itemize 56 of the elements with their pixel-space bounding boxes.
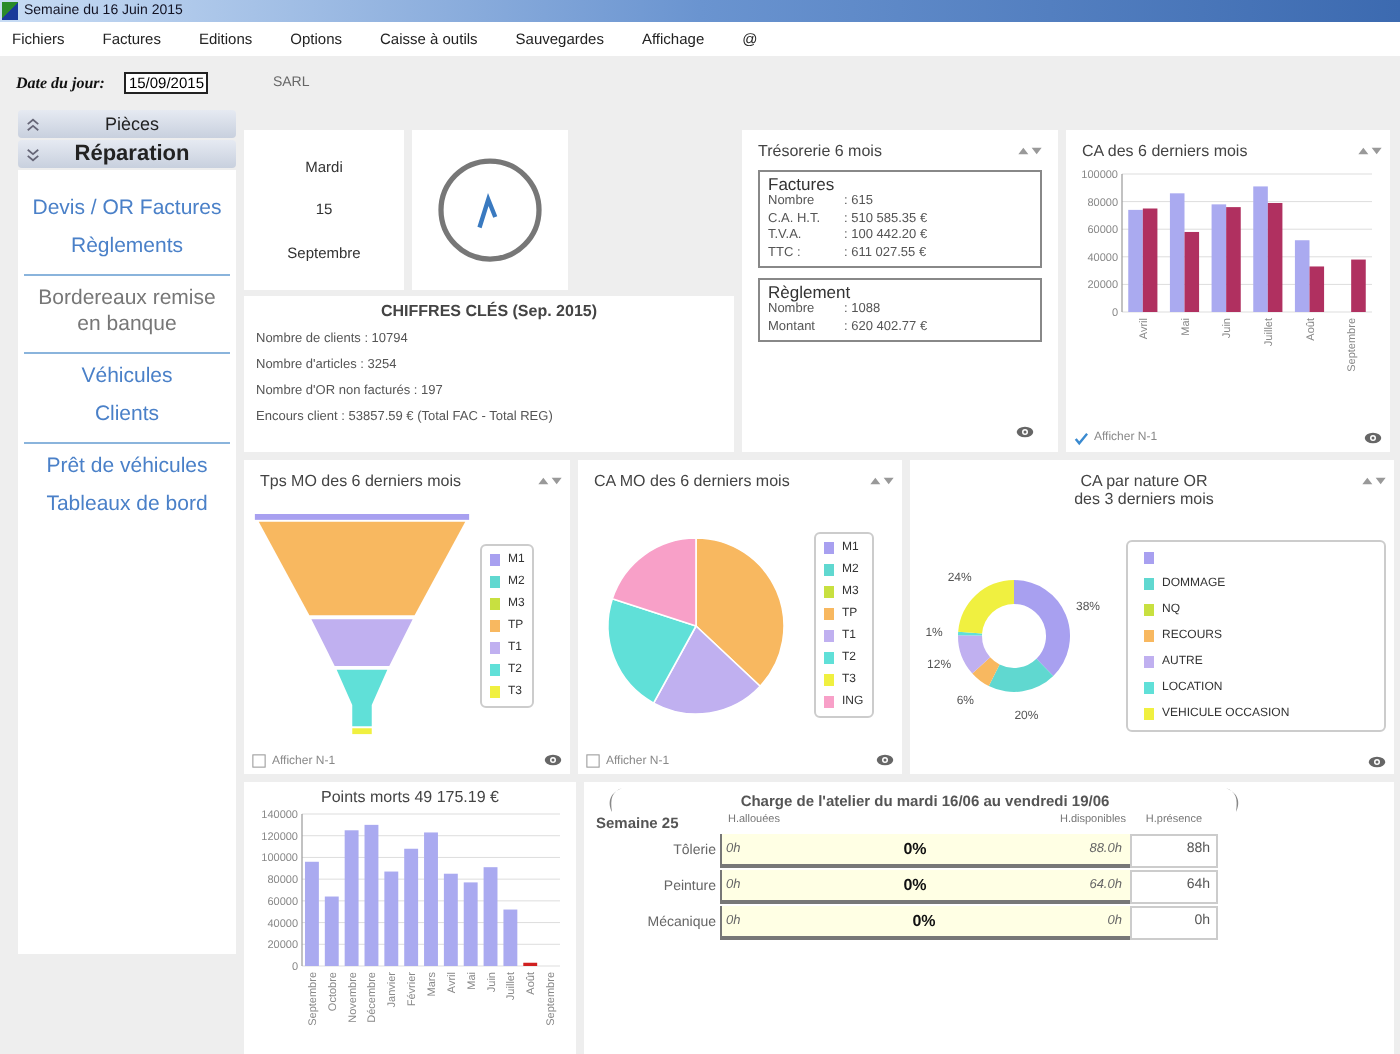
card-title: Points morts 49 175.19 € [319,786,501,807]
eye-icon[interactable] [1016,425,1034,438]
card-title: Trésorerie 6 mois [758,142,882,160]
card-title: des 3 derniers mois [1074,489,1214,508]
chart-bar [424,832,438,967]
arrows-icon[interactable] [870,475,894,486]
card-title: CA par nature OR [1080,471,1208,490]
section-title: Réparation [72,142,192,166]
card-title: CA MO des 6 derniers mois [594,471,790,490]
app-icon [2,2,18,20]
box-title: Factures [768,174,837,194]
nav-link[interactable]: Devis / OR Factures [31,192,223,226]
eye-icon[interactable] [1368,756,1386,769]
checkbox[interactable] [1074,431,1088,446]
eye-icon[interactable] [876,754,894,767]
nav-link[interactable]: Prêt de véhicules [31,450,223,484]
load-percent: 0% [912,912,936,931]
nav-link[interactable]: Clients [31,398,223,432]
nav-link[interactable]: Règlements [31,230,223,264]
card-title: CA des 6 derniers mois [1082,142,1248,160]
chart-bar [344,830,359,967]
eye-icon[interactable] [544,754,562,767]
clock-icon [434,154,546,266]
nav-link[interactable]: Tableaux de bord [31,488,223,522]
card-title: Tps MO des 6 derniers mois [260,471,461,490]
arrows-icon[interactable] [1358,146,1382,156]
chart-bar [483,867,498,967]
load-percent: 0% [903,840,927,859]
chart-bar [305,862,319,967]
nav-link[interactable]: Véhicules [31,360,223,394]
date-label: Date du jour: [16,74,105,92]
box-title: Règlement [768,282,853,302]
checkbox[interactable] [252,754,266,769]
arrows-icon[interactable] [538,475,562,486]
card-title: CHIFFRES CLÉS (Sep. 2015) [378,302,600,320]
chevron-icon [26,117,40,131]
chart-bar [463,882,478,967]
accordion-header[interactable]: Pièces [18,110,236,138]
arrows-icon[interactable] [1362,475,1386,486]
chart-bar [324,896,339,967]
chart-bar [364,825,379,967]
load-percent: 0% [903,876,927,895]
eye-icon[interactable] [1364,431,1382,444]
chart-bar [1351,259,1366,312]
left-arrow-icon [608,788,624,813]
chart-bar [404,848,419,967]
chart-bar [523,962,538,967]
section-title: Pièces [102,114,161,134]
arrows-icon[interactable] [1018,146,1042,156]
chevron-icon [26,147,40,161]
chart-bar [443,873,458,967]
chart-bar [503,909,518,967]
accordion-header[interactable]: Réparation [18,140,236,168]
checkbox[interactable] [586,754,600,769]
chart-bar [384,871,399,967]
funnel-segment [311,618,413,666]
